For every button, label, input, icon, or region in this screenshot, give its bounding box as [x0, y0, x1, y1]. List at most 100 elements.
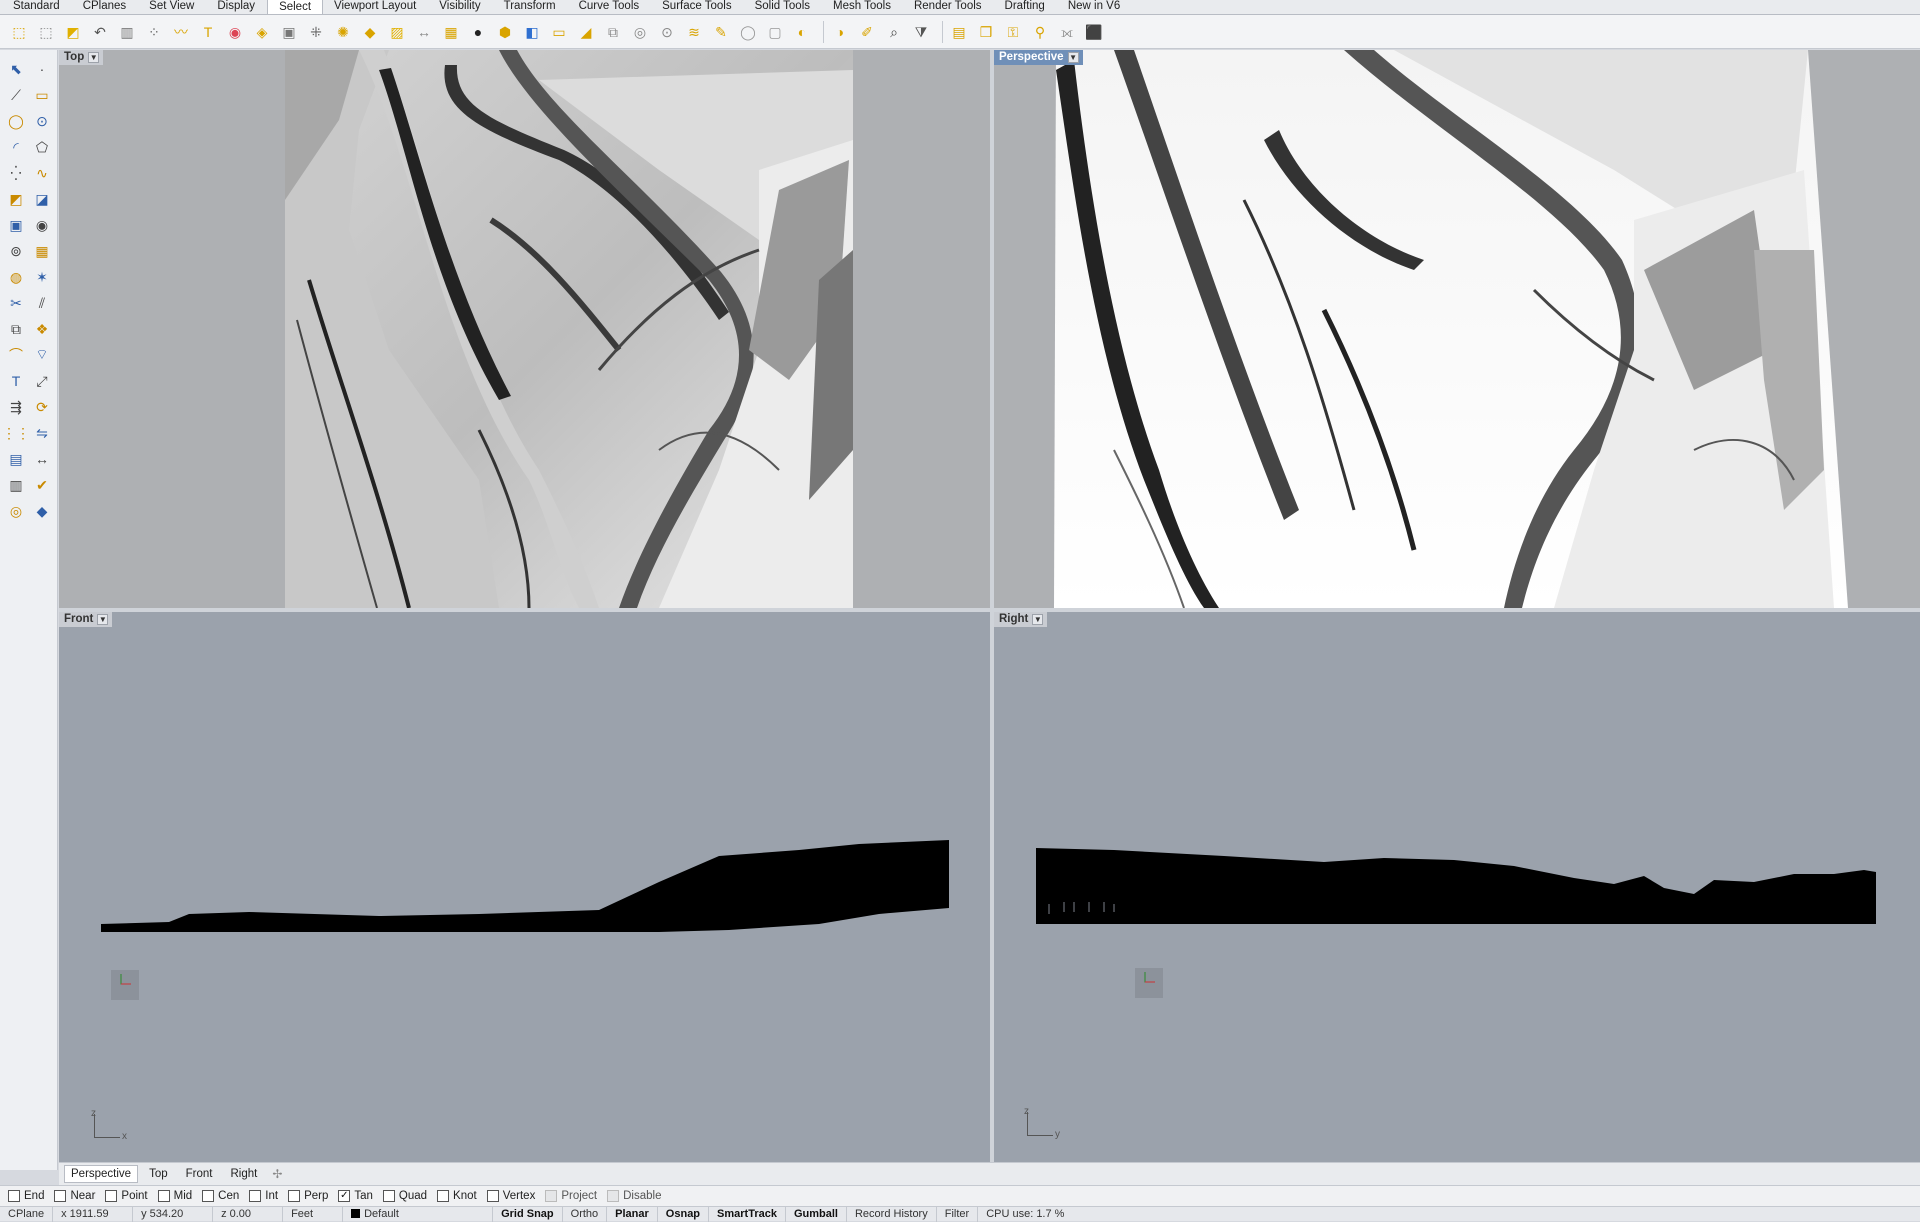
add-viewport-tab-icon[interactable]: ✢ [268, 1167, 286, 1181]
select-material-icon[interactable]: ◐ [791, 21, 813, 43]
select-brush-icon[interactable]: ✐ [856, 21, 878, 43]
status-osnap[interactable]: Osnap [658, 1206, 710, 1222]
viewport-right-label[interactable]: Right ▼ [994, 612, 1048, 627]
align-icon[interactable]: ⇶ [4, 396, 28, 418]
status-planar[interactable]: Planar [607, 1206, 658, 1222]
osnap-cen[interactable]: Cen [202, 1190, 239, 1202]
cylinder-icon[interactable]: ⊚ [4, 240, 28, 262]
select-solid-icon[interactable]: ● [467, 21, 489, 43]
osnap-mid[interactable]: Mid [157, 1190, 192, 1202]
select-duplicates-icon[interactable]: ⧉ [602, 21, 624, 43]
status-filter[interactable]: Filter [937, 1206, 979, 1222]
select-last-icon[interactable]: ◩ [62, 21, 84, 43]
boolean-icon[interactable]: ◍ [4, 266, 28, 288]
select-lock-icon[interactable]: ⚲ [1029, 21, 1051, 43]
status-gumball[interactable]: Gumball [786, 1206, 847, 1222]
tab-surface-tools[interactable]: Surface Tools [651, 0, 743, 14]
status-layer[interactable]: Default [343, 1206, 494, 1222]
osnap-quad[interactable]: Quad [382, 1190, 427, 1202]
tab-transform[interactable]: Transform [493, 0, 568, 14]
sphere-icon[interactable]: ◉ [30, 214, 54, 236]
tab-display[interactable]: Display [206, 0, 267, 14]
select-sphere-icon[interactable]: ◯ [737, 21, 759, 43]
dimension-icon[interactable]: ↔ [30, 448, 54, 470]
viewport-right[interactable]: Right ▼ z y [994, 612, 1920, 1162]
osnap-mid-checkbox[interactable] [157, 1190, 170, 1202]
select-box-icon[interactable]: ▢ [764, 21, 786, 43]
tab-standard[interactable]: Standard [2, 0, 72, 14]
select-curves-icon[interactable]: 〰 [170, 21, 192, 43]
osnap-int[interactable]: Int [249, 1190, 278, 1202]
status-ortho[interactable]: Ortho [563, 1206, 608, 1222]
check-icon[interactable]: ✔ [30, 474, 54, 496]
osnap-perp[interactable]: Perp [288, 1190, 328, 1202]
osnap-knot[interactable]: Knot [437, 1190, 477, 1202]
filter-icon[interactable]: ⧩ [910, 21, 932, 43]
osnap-vertex[interactable]: Vertex [486, 1190, 535, 1202]
osnap-near-checkbox[interactable] [54, 1190, 67, 1202]
layer-icon[interactable]: ▥ [4, 474, 28, 496]
viewport-tab-perspective[interactable]: Perspective [64, 1165, 139, 1183]
rectangle-icon[interactable]: ▭ [30, 84, 54, 106]
select-polysurface-icon[interactable]: ▣ [278, 21, 300, 43]
osnap-disable-checkbox[interactable] [607, 1190, 620, 1202]
osnap-cen-checkbox[interactable] [202, 1190, 215, 1202]
ellipse-icon[interactable]: ⊙ [30, 110, 54, 132]
text-icon[interactable]: T [4, 370, 28, 392]
tab-select[interactable]: Select [267, 0, 324, 14]
select-layer-icon[interactable]: ≋ [683, 21, 705, 43]
select-degree-icon[interactable]: ◢ [575, 21, 597, 43]
tab-curve-tools[interactable]: Curve Tools [568, 0, 652, 14]
point-icon[interactable]: · [30, 58, 54, 80]
group-icon[interactable]: ⧉ [4, 318, 28, 340]
status-cplane[interactable]: CPlane [0, 1206, 54, 1222]
select-render-icon[interactable]: ◑ [829, 21, 851, 43]
fillet-icon[interactable]: ⌒ [4, 344, 28, 366]
select-blocks-icon[interactable]: ◆ [359, 21, 381, 43]
chevron-down-icon[interactable]: ▼ [1067, 52, 1079, 63]
select-name-icon[interactable]: ✎ [710, 21, 732, 43]
status-record-history[interactable]: Record History [847, 1206, 937, 1222]
arrow-select-icon[interactable]: ⬉ [4, 58, 28, 80]
select-cube-icon[interactable]: ⬛ [1083, 21, 1105, 43]
tab-solid-tools[interactable]: Solid Tools [744, 0, 822, 14]
select-bad-objects-icon[interactable]: ◎ [629, 21, 651, 43]
tab-mesh-tools[interactable]: Mesh Tools [822, 0, 903, 14]
curve-icon[interactable]: ∿ [30, 162, 54, 184]
select-brep-icon[interactable]: ❒ [975, 21, 997, 43]
osnap-knot-checkbox[interactable] [437, 1190, 450, 1202]
explode-icon[interactable]: ✶ [30, 266, 54, 288]
select-closed-icon[interactable]: ⬢ [494, 21, 516, 43]
osnap-near[interactable]: Near [54, 1190, 95, 1202]
chamfer-icon[interactable]: ⌔ [30, 344, 54, 366]
select-key-icon[interactable]: ⚿ [1002, 21, 1024, 43]
mesh-icon[interactable]: ▦ [30, 240, 54, 262]
tab-set-view[interactable]: Set View [138, 0, 206, 14]
chevron-down-icon[interactable]: ▼ [1032, 614, 1044, 625]
chevron-down-icon[interactable]: ▼ [88, 52, 100, 63]
select-surfaces-icon[interactable]: ◈ [251, 21, 273, 43]
viewport-top-label[interactable]: Top ▼ [59, 50, 104, 65]
material-icon[interactable]: ◆ [30, 500, 54, 522]
mirror-icon[interactable]: ⇋ [30, 422, 54, 444]
select-small-icon[interactable]: ⊙ [656, 21, 678, 43]
viewport-top[interactable]: Top ▼ [59, 50, 990, 608]
viewport-front-label[interactable]: Front ▼ [59, 612, 113, 627]
scale-icon[interactable]: ⤢ [30, 370, 54, 392]
osnap-point[interactable]: Point [105, 1190, 148, 1202]
select-open-icon[interactable]: ◧ [521, 21, 543, 43]
block-icon[interactable]: ❖ [30, 318, 54, 340]
select-none-icon[interactable]: ⬚ [35, 21, 57, 43]
rotate-icon[interactable]: ⟳ [30, 396, 54, 418]
select-group-icon[interactable]: ▦ [440, 21, 462, 43]
tab-drafting[interactable]: Drafting [994, 0, 1057, 14]
select-planar-icon[interactable]: ▭ [548, 21, 570, 43]
osnap-int-checkbox[interactable] [249, 1190, 262, 1202]
status-grid-snap[interactable]: Grid Snap [493, 1206, 563, 1222]
polyline-icon[interactable]: ⟋ [4, 84, 28, 106]
select-previous-icon[interactable]: ↶ [89, 21, 111, 43]
osnap-tan[interactable]: ✓ Tan [338, 1190, 373, 1202]
surface-edge-icon[interactable]: ◪ [30, 188, 54, 210]
tab-render-tools[interactable]: Render Tools [903, 0, 994, 14]
osnap-vertex-checkbox[interactable] [486, 1190, 499, 1202]
